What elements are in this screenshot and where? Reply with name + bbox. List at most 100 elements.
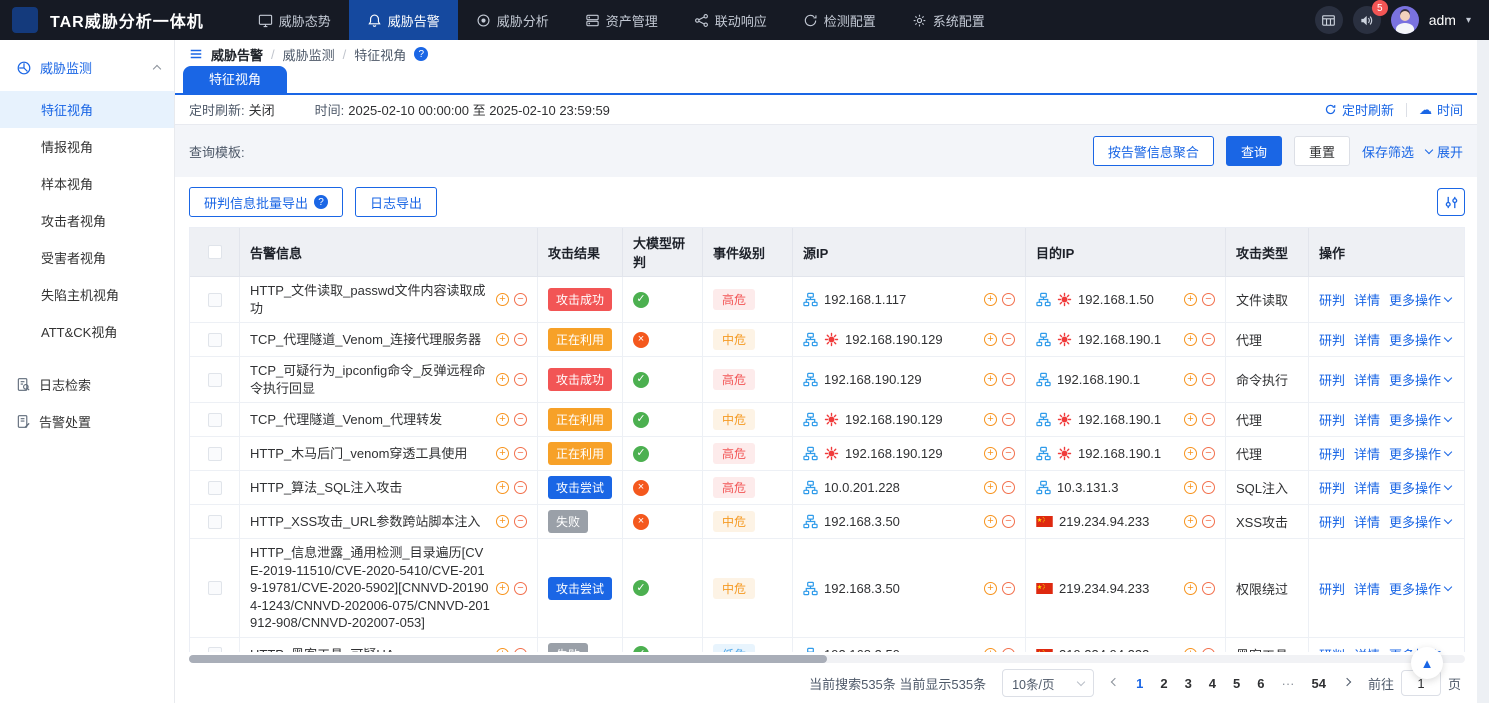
breadcrumb-mid[interactable]: 威胁监测 [283,45,335,64]
filter-exclude-icon[interactable]: − [1202,293,1215,306]
detail-action[interactable]: 详情 [1354,290,1380,309]
verdict-action[interactable]: 研判 [1319,645,1345,652]
filter-exclude-icon[interactable]: − [1202,333,1215,346]
filter-include-icon[interactable]: + [1184,413,1197,426]
filter-exclude-icon[interactable]: − [1002,515,1015,528]
filter-exclude-icon[interactable]: − [1202,582,1215,595]
more-actions[interactable]: 更多操作 [1389,290,1451,309]
reset-button[interactable]: 重置 [1294,136,1350,166]
detail-action[interactable]: 详情 [1354,370,1380,389]
breadcrumb-root[interactable]: 威胁告警 [211,45,263,64]
verdict-action[interactable]: 研判 [1319,410,1345,429]
dst-ip[interactable]: 192.168.190.1 [1078,332,1172,347]
verdict-action[interactable]: 研判 [1319,330,1345,349]
filter-include-icon[interactable]: + [984,447,997,460]
filter-include-icon[interactable]: + [496,481,509,494]
filter-include-icon[interactable]: + [984,481,997,494]
filter-exclude-icon[interactable]: − [1202,373,1215,386]
filter-exclude-icon[interactable]: − [514,515,527,528]
filter-exclude-icon[interactable]: − [1202,447,1215,460]
filter-exclude-icon[interactable]: − [1002,648,1015,652]
dst-ip[interactable]: 192.168.1.50 [1078,292,1172,307]
sidebar-item-victim-view[interactable]: 受害者视角 [0,239,174,276]
detail-action[interactable]: 详情 [1354,444,1380,463]
more-actions[interactable]: 更多操作 [1389,478,1451,497]
more-actions[interactable]: 更多操作 [1389,410,1451,429]
filter-include-icon[interactable]: + [496,413,509,426]
filter-exclude-icon[interactable]: − [514,333,527,346]
filter-include-icon[interactable]: + [1184,293,1197,306]
detail-action[interactable]: 详情 [1354,512,1380,531]
filter-exclude-icon[interactable]: − [514,447,527,460]
filter-include-icon[interactable]: + [496,373,509,386]
dst-ip[interactable]: 192.168.190.1 [1078,412,1172,427]
page-number[interactable]: 2 [1160,676,1167,691]
more-actions[interactable]: 更多操作 [1389,512,1451,531]
export-log-button[interactable]: 日志导出 [355,187,437,217]
filter-include-icon[interactable]: + [496,515,509,528]
row-checkbox[interactable] [208,413,222,427]
filter-include-icon[interactable]: + [984,293,997,306]
verdict-action[interactable]: 研判 [1319,370,1345,389]
row-checkbox[interactable] [208,581,222,595]
next-page-button[interactable] [1342,682,1352,685]
row-checkbox[interactable] [208,447,222,461]
time-picker-button[interactable]: ☁ 时间 [1419,100,1463,119]
sidebar-item-sample-view[interactable]: 样本视角 [0,165,174,202]
filter-exclude-icon[interactable]: − [514,481,527,494]
nav-item-linked-response[interactable]: 联动响应 [676,0,785,40]
filter-exclude-icon[interactable]: − [1002,413,1015,426]
filter-exclude-icon[interactable]: − [1002,582,1015,595]
sidebar-item-alert-handling[interactable]: 告警处置 [0,403,174,440]
page-size-select[interactable]: 10条/页 [1002,669,1094,697]
filter-exclude-icon[interactable]: − [1002,333,1015,346]
filter-include-icon[interactable]: + [1184,515,1197,528]
src-ip[interactable]: 192.168.3.50 [824,581,972,596]
filter-include-icon[interactable]: + [984,413,997,426]
sidebar-group-threat-monitoring[interactable]: 威胁监测 [0,40,174,91]
filter-include-icon[interactable]: + [984,582,997,595]
filter-exclude-icon[interactable]: − [1002,293,1015,306]
filter-exclude-icon[interactable]: − [1202,515,1215,528]
filter-exclude-icon[interactable]: − [514,293,527,306]
page-number[interactable]: 1 [1136,676,1143,691]
sidebar-item-log-search[interactable]: 日志检索 [0,366,174,403]
detail-action[interactable]: 详情 [1354,645,1380,652]
filter-include-icon[interactable]: + [984,648,997,652]
filter-exclude-icon[interactable]: − [514,373,527,386]
nav-item-threat-alerts[interactable]: 威胁告警 [349,0,458,40]
column-settings-button[interactable] [1437,188,1465,216]
save-filter-link[interactable]: 保存筛选 [1362,142,1414,161]
row-checkbox[interactable] [208,515,222,529]
dst-ip[interactable]: 219.234.94.233 [1059,514,1172,529]
sidebar-item-attck-view[interactable]: ATT&CK视角 [0,313,174,350]
more-actions[interactable]: 更多操作 [1389,579,1451,598]
notification-speaker-icon[interactable]: 5 [1353,6,1381,34]
sidebar-item-feature-view[interactable]: 特征视角 [0,91,174,128]
filter-include-icon[interactable]: + [984,515,997,528]
nav-item-detection-config[interactable]: 检测配置 [785,0,894,40]
detail-action[interactable]: 详情 [1354,330,1380,349]
filter-exclude-icon[interactable]: − [514,413,527,426]
row-checkbox[interactable] [208,647,222,652]
filter-include-icon[interactable]: + [496,293,509,306]
page-number[interactable]: 5 [1233,676,1240,691]
filter-include-icon[interactable]: + [984,373,997,386]
src-ip[interactable]: 192.168.190.129 [824,372,972,387]
more-actions[interactable]: 更多操作 [1389,370,1451,389]
filter-include-icon[interactable]: + [1184,481,1197,494]
dst-ip[interactable]: 219.234.94.233 [1059,581,1172,596]
src-ip[interactable]: 192.168.190.129 [845,446,972,461]
src-ip[interactable]: 192.168.3.50 [824,514,972,529]
export-verdict-button[interactable]: 研判信息批量导出 ? [189,187,343,217]
sidebar-item-compromised-host-view[interactable]: 失陷主机视角 [0,276,174,313]
more-actions[interactable]: 更多操作 [1389,444,1451,463]
scrollbar-thumb[interactable] [189,655,827,663]
tab-feature-view[interactable]: 特征视角 [183,66,287,93]
verdict-action[interactable]: 研判 [1319,512,1345,531]
dst-ip[interactable]: 192.168.190.1 [1078,446,1172,461]
filter-include-icon[interactable]: + [496,447,509,460]
src-ip[interactable]: 10.0.201.228 [824,480,972,495]
verdict-action[interactable]: 研判 [1319,444,1345,463]
nav-item-threat-posture[interactable]: 威胁态势 [240,0,349,40]
